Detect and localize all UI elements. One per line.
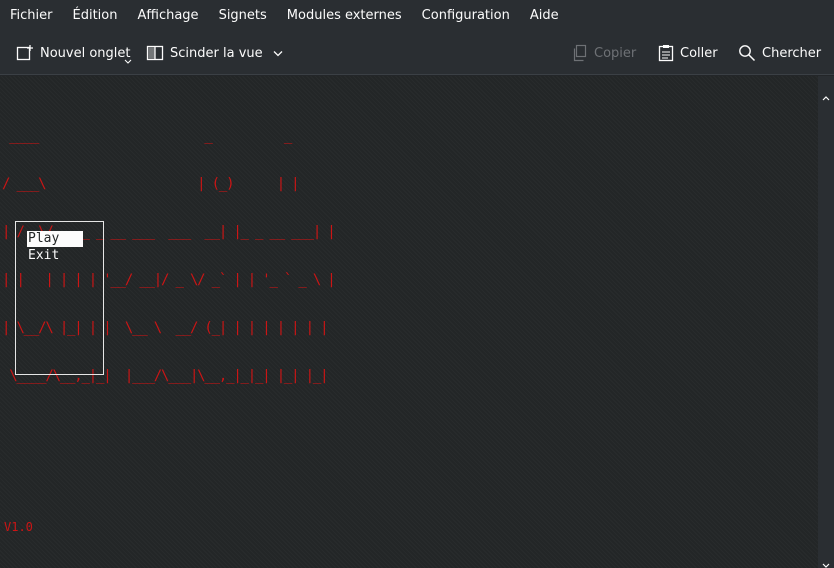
paste-button[interactable]: Coller (658, 31, 718, 75)
scroll-down-icon[interactable] (822, 554, 830, 568)
new-tab-button[interactable]: Nouvel onglet (16, 31, 132, 75)
menu-affichage[interactable]: Affichage (127, 0, 208, 31)
split-view-icon (146, 44, 164, 62)
search-icon (738, 44, 756, 62)
game-menu-box: Play Exit (15, 221, 104, 375)
chevron-down-icon (273, 50, 283, 57)
menu-configuration[interactable]: Configuration (412, 0, 520, 31)
copy-button[interactable]: Copier (572, 31, 636, 75)
banner-line: / ___\ | (_) | | (2, 176, 300, 192)
new-tab-label: Nouvel onglet (40, 45, 131, 61)
copy-icon (572, 44, 588, 62)
terminal-view[interactable]: ____ _ _ / ___\ | (_) | | | / \/_ _ _ __… (0, 76, 818, 568)
new-tab-chevron-icon (124, 59, 132, 65)
paste-label: Coller (680, 45, 718, 61)
scroll-up-icon[interactable] (822, 86, 830, 105)
new-tab-icon (16, 44, 34, 62)
copy-label: Copier (594, 45, 637, 61)
menu-fichier[interactable]: Fichier (0, 0, 63, 31)
menu-signets[interactable]: Signets (209, 0, 277, 31)
menu-bar: Fichier Édition Affichage Signets Module… (0, 0, 834, 31)
terminal-scrollbar[interactable] (818, 76, 834, 568)
konsole-window: Fichier Édition Affichage Signets Module… (0, 0, 834, 568)
menu-aide[interactable]: Aide (520, 0, 569, 31)
search-button[interactable]: Chercher (738, 31, 821, 75)
menu-modules-externes[interactable]: Modules externes (277, 0, 412, 31)
menu-option-exit[interactable]: Exit (27, 248, 59, 264)
search-label: Chercher (762, 45, 822, 61)
toolbar: Nouvel onglet Scinder la vue Copier Coll… (0, 31, 834, 75)
split-view-label: Scinder la vue (170, 45, 263, 61)
menu-edition[interactable]: Édition (63, 0, 128, 31)
paste-icon (658, 44, 674, 62)
banner-line: ____ _ _ (2, 128, 299, 144)
split-view-button[interactable]: Scinder la vue (146, 31, 283, 75)
menu-option-play[interactable]: Play (27, 231, 83, 247)
version-label: V1.0 (4, 520, 33, 534)
